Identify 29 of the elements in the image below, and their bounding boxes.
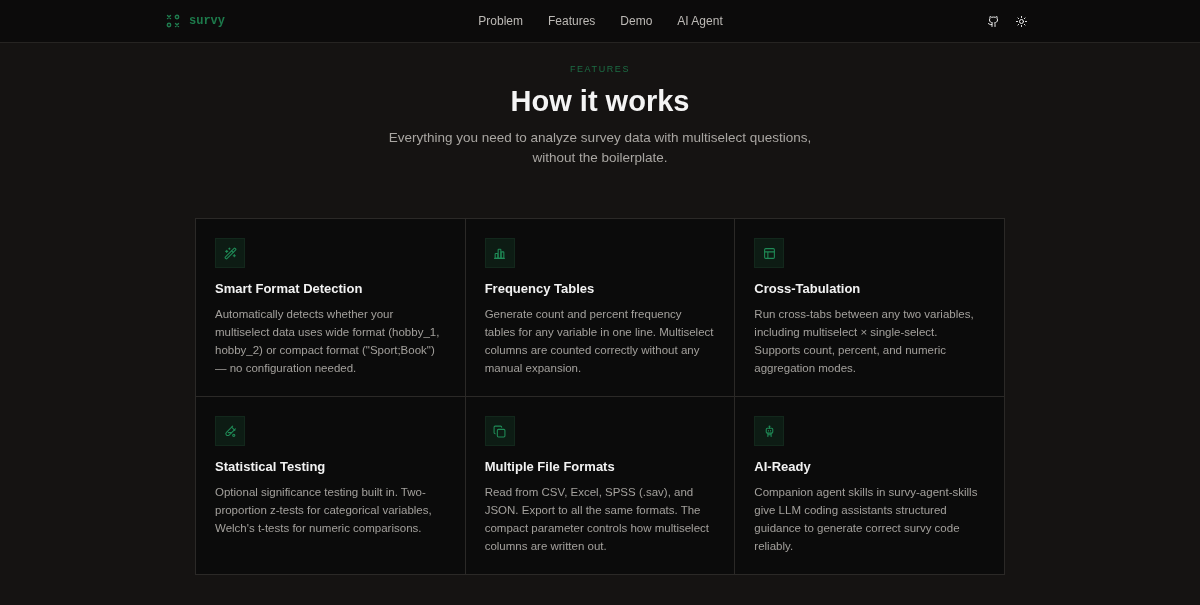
magic-wand-icon bbox=[215, 238, 245, 268]
feature-title: AI-Ready bbox=[754, 458, 811, 476]
table-layout-icon bbox=[754, 238, 785, 268]
nav-link[interactable]: Demo bbox=[620, 14, 653, 28]
feature-description: Read from CSV, Excel, SPSS (.sav), and JSON. Export to all the same formats. The compact parameter controls how multiselect columns are written out. bbox=[484, 485, 710, 554]
nav-link[interactable]: Problem bbox=[478, 14, 523, 28]
test-tube-icon bbox=[215, 416, 245, 446]
feature-description: Automatically detects whether your multiselect data uses wide format (hobby_1, hobby_2) or compact format ("Sport;Book") — no configuration needed. bbox=[215, 307, 441, 376]
brand-name[interactable]: survy bbox=[189, 14, 225, 28]
feature-title: Multiple File Formats bbox=[484, 458, 615, 476]
feature-description: Companion agent skills in survy-agent-skills give LLM coding assistants structured guidance to generate correct survy code reliably. bbox=[754, 485, 979, 554]
feature-title: Cross-Tabulation bbox=[754, 280, 861, 298]
section-eyebrow: FEATURES bbox=[569, 63, 631, 75]
github-icon[interactable] bbox=[988, 15, 999, 27]
nav-link[interactable]: Features bbox=[547, 14, 596, 28]
logo-icon[interactable] bbox=[166, 14, 180, 28]
bar-chart-icon bbox=[484, 238, 515, 268]
feature-description: Generate count and percent frequency tables for any variable in one line. Multiselect columns are counted correctly without any manual expansion. bbox=[484, 307, 715, 376]
sun-icon[interactable] bbox=[1016, 15, 1027, 27]
copy-icon bbox=[484, 416, 515, 446]
section-subtitle: Everything you need to analyze survey data with multiselect questions, without the boilerplate. bbox=[387, 129, 813, 167]
robot-icon bbox=[754, 416, 785, 446]
feature-title: Statistical Testing bbox=[215, 458, 326, 476]
feature-description: Optional significance testing built in. Two-proportion z-tests for categorical variables, Welch's t-tests for numeric comparisons. bbox=[215, 485, 433, 536]
section-title: How it works bbox=[510, 84, 690, 119]
feature-description: Run cross-tabs between any two variables, including multiselect × single-select. Supports count, percent, and numeric aggregation modes. bbox=[754, 307, 975, 376]
nav-link[interactable]: AI Agent bbox=[677, 14, 723, 28]
feature-title: Smart Format Detection bbox=[215, 280, 363, 298]
feature-title: Frequency Tables bbox=[484, 280, 595, 298]
